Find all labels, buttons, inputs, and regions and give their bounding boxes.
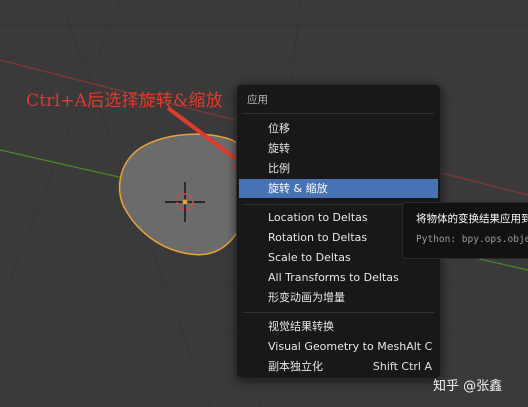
menu-item-visual-geometry-to-mesh[interactable]: Visual Geometry to Mesh Alt C (239, 337, 438, 356)
menu-item-scale[interactable]: 比例 (239, 159, 438, 178)
menu-item-label: 旋转 & 缩放 (268, 182, 328, 195)
menu-item-label: Visual Geometry to Mesh (268, 340, 407, 353)
annotation-text: Ctrl+A后选择旋转&缩放 (26, 91, 223, 111)
menu-item-rotation[interactable]: 旋转 (239, 139, 438, 158)
tooltip-python: Python: bpy.ops.object.transform_apply() (416, 234, 528, 245)
watermark: 知乎 @张鑫 (433, 379, 503, 394)
menu-item-label: 视觉结果转换 (268, 320, 334, 333)
menu-item-all-transforms-to-deltas[interactable]: All Transforms to Deltas (239, 268, 438, 287)
menu-separator (243, 113, 434, 114)
menu-item-rotation-scale[interactable]: 旋转 & 缩放 (239, 179, 438, 198)
menu-item-label: 位移 (268, 122, 290, 135)
menu-item-shortcut: Shift Ctrl A (372, 360, 432, 373)
menu-item-location[interactable]: 位移 (239, 119, 438, 138)
menu-item-label: 副本独立化 (268, 360, 323, 373)
tooltip: 将物体的变换结果应用到 Python: bpy.ops.object.trans… (402, 202, 528, 259)
menu-item-label: 旋转 (268, 142, 290, 155)
menu-item-animated-transforms-to-deltas[interactable]: 形变动画为增量 (239, 288, 438, 307)
menu-item-label: 形变动画为增量 (268, 291, 345, 304)
menu-separator (243, 312, 434, 313)
tooltip-title: 将物体的变换结果应用到 (416, 213, 528, 225)
menu-item-label: 比例 (268, 162, 290, 175)
menu-title: 应用 (247, 94, 268, 106)
menu-item-shortcut: Alt C (406, 340, 433, 353)
menu-item-make-single-user[interactable]: 副本独立化 Shift Ctrl A (239, 357, 438, 376)
menu-item-label: All Transforms to Deltas (268, 271, 399, 284)
menu-item-visual-transform[interactable]: 视觉结果转换 (239, 317, 438, 336)
